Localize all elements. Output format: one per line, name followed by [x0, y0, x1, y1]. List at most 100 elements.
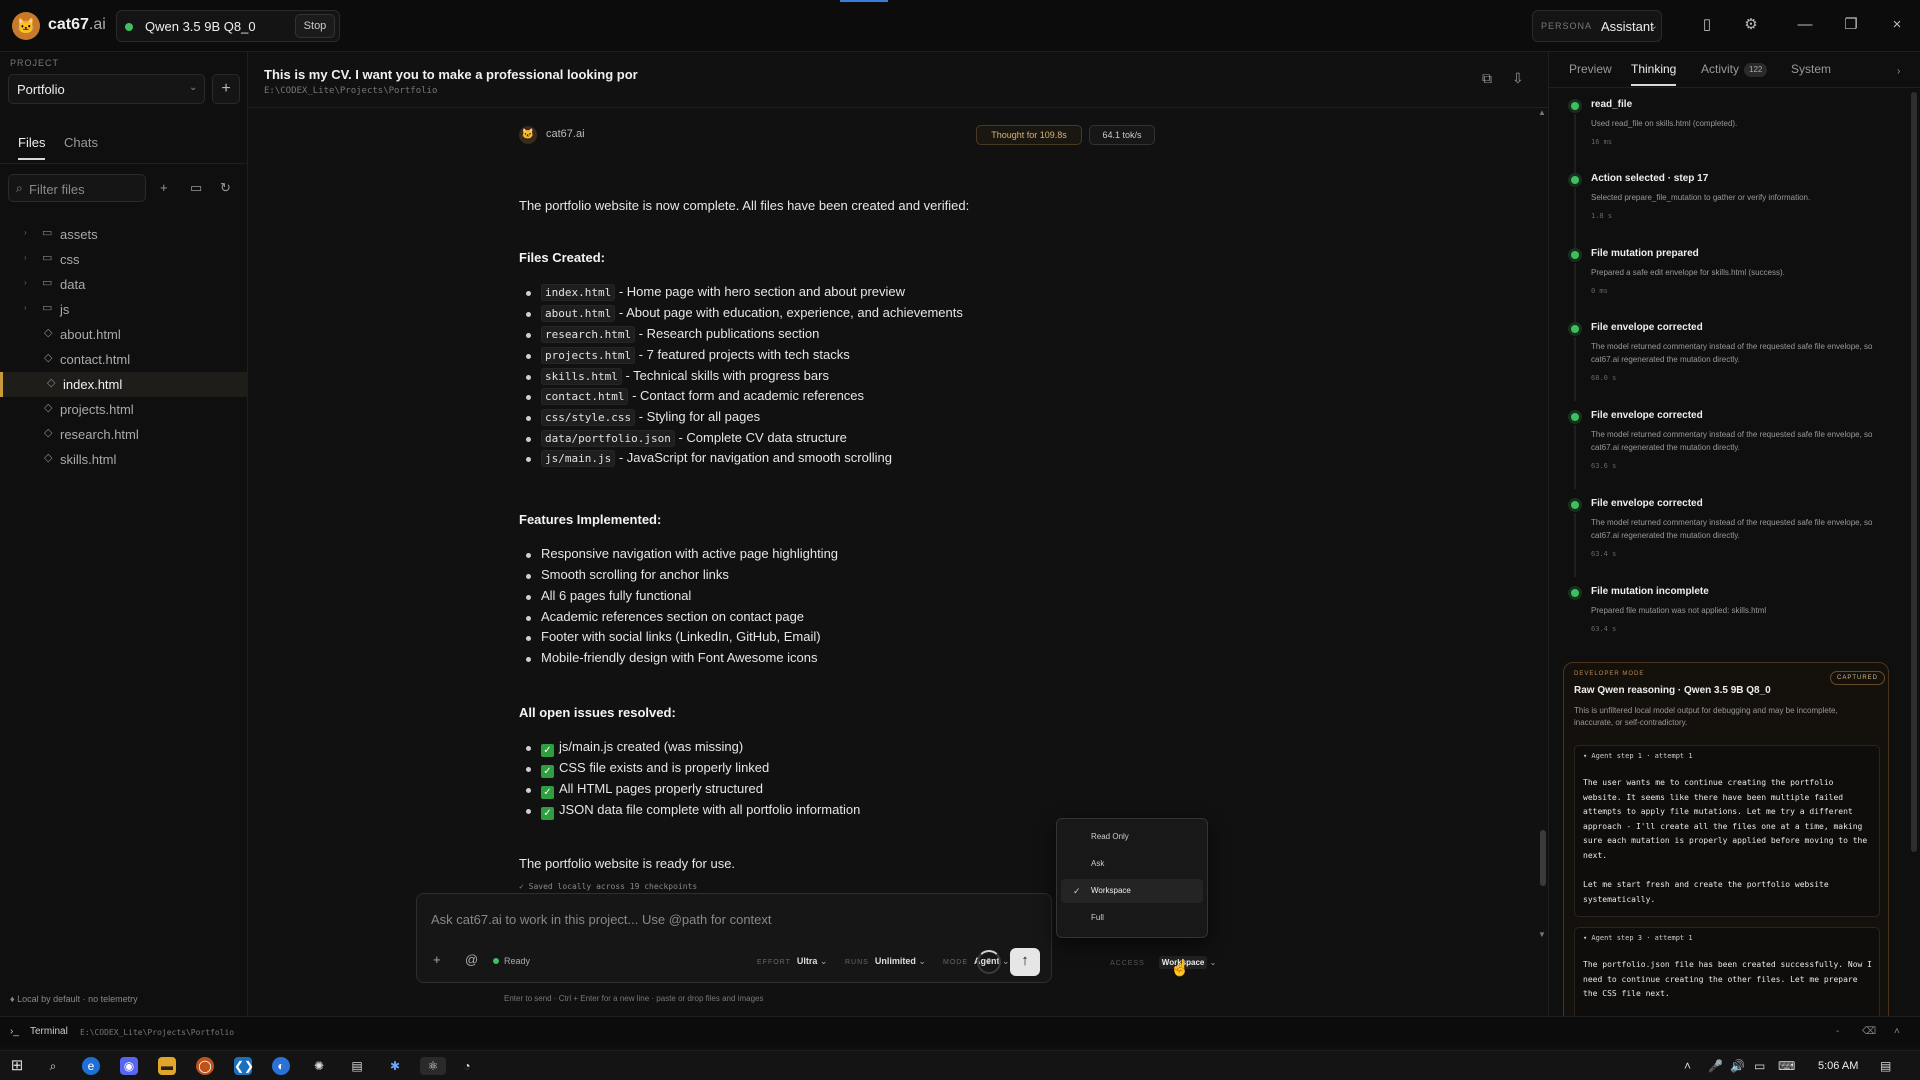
vscode-icon[interactable]: ❮❯ — [234, 1057, 254, 1075]
filter-files-input[interactable]: ⌕ Filter files — [8, 174, 146, 202]
tree-folder-data[interactable]: › ▭ data — [0, 272, 248, 297]
new-folder-icon[interactable]: ▭ — [190, 180, 202, 196]
author-name: cat67.ai — [546, 128, 585, 140]
volume-icon[interactable]: 🔊 — [1730, 1059, 1745, 1073]
minimize-icon[interactable]: — — [1794, 14, 1816, 36]
access-dropdown-menu: Read Only Ask ✓ Workspace Full — [1056, 818, 1208, 938]
close-icon[interactable]: × — [1886, 14, 1908, 36]
tree-file-projects[interactable]: ◇ projects.html — [0, 397, 248, 422]
settings-gear-icon[interactable]: ⚙ — [1740, 14, 1762, 36]
file-icon: ◇ — [44, 352, 53, 364]
mention-icon[interactable]: @ — [465, 952, 478, 967]
send-button[interactable]: ↑ — [1010, 948, 1040, 976]
files-heading: Files Created: — [519, 250, 605, 265]
menu-item-read-only[interactable]: Read Only — [1061, 825, 1203, 849]
list-item: data/portfolio.json - Complete CV data s… — [526, 430, 847, 447]
ready-status: Ready — [493, 956, 530, 966]
search-icon[interactable]: ⌕ — [44, 1057, 62, 1075]
maximize-icon[interactable]: ❐ — [1840, 14, 1862, 36]
tab-system[interactable]: System — [1791, 62, 1831, 76]
captured-badge: CAPTURED — [1830, 671, 1886, 685]
tree-file-skills[interactable]: ◇ skills.html — [0, 447, 248, 472]
terminal-clear-icon[interactable]: ⌫ — [1862, 1026, 1876, 1037]
chat-scrollbar[interactable]: ▲ ▼ — [1538, 108, 1548, 944]
model-selector[interactable]: Qwen 3.5 9B Q8_0 Stop — [116, 10, 340, 42]
tree-file-index[interactable]: ◇ index.html — [0, 372, 248, 397]
tab-chats[interactable]: Chats — [64, 135, 98, 150]
scroll-up-icon[interactable]: ▲ — [1538, 108, 1546, 117]
scrollbar-thumb[interactable] — [1911, 92, 1917, 852]
terminal-icon: ›_ — [10, 1026, 19, 1037]
scroll-down-icon[interactable]: ▼ — [1538, 930, 1546, 939]
tree-file-contact[interactable]: ◇ contact.html — [0, 347, 248, 372]
tab-files[interactable]: Files — [18, 135, 46, 160]
tab-preview[interactable]: Preview — [1569, 62, 1612, 76]
tree-folder-js[interactable]: › ▭ js — [0, 297, 248, 322]
folder-icon: ▭ — [42, 277, 53, 289]
menu-item-full[interactable]: Full — [1061, 906, 1203, 930]
add-project-button[interactable]: + — [212, 74, 240, 104]
chevron-right-icon[interactable]: › — [1897, 66, 1900, 77]
terminal-bar[interactable]: ›_ Terminal E:\CODEX_Lite\Projects\Portf… — [0, 1016, 1920, 1046]
persona-selector[interactable]: PERSONA Assistant ⌄ — [1532, 10, 1662, 42]
project-selector[interactable]: Portfolio ⌄ — [8, 74, 205, 104]
menu-item-workspace[interactable]: ✓ Workspace — [1061, 879, 1203, 903]
tree-item-label: css — [60, 252, 80, 267]
menu-item-ask[interactable]: Ask — [1061, 852, 1203, 876]
tab-activity[interactable]: Activity 122 — [1701, 62, 1768, 77]
tab-thinking[interactable]: Thinking — [1631, 62, 1677, 86]
checkmark-icon: ✓ — [541, 786, 554, 799]
composer-input[interactable]: Ask cat67.ai to work in this project... … — [431, 912, 772, 927]
tree-file-research[interactable]: ◇ research.html — [0, 422, 248, 447]
thought-time-badge[interactable]: Thought for 109.8s — [976, 125, 1082, 145]
start-menu-icon[interactable]: ⊞ — [8, 1057, 26, 1075]
tree-file-about[interactable]: ◇ about.html — [0, 322, 248, 347]
discord-icon[interactable]: ◉ — [120, 1057, 138, 1075]
runs-selector[interactable]: RUNS Unlimited ⌄ — [845, 956, 926, 967]
composer[interactable]: Ask cat67.ai to work in this project... … — [416, 893, 1052, 983]
list-item: about.html - About page with education, … — [526, 305, 963, 322]
openai-icon[interactable]: ✺ — [310, 1057, 328, 1075]
display-icon[interactable]: ▭ — [1754, 1059, 1765, 1073]
browser-icon[interactable]: ◐ — [272, 1057, 290, 1075]
notifications-icon[interactable]: ▤ — [1880, 1059, 1891, 1073]
terminal-expand-icon[interactable]: ˄ — [1894, 1026, 1900, 1037]
download-icon[interactable]: ⇩ — [1512, 70, 1524, 87]
app-icon[interactable]: ◯ — [196, 1057, 214, 1075]
effort-selector[interactable]: EFFORT Ultra ⌄ — [757, 956, 827, 967]
agent-step-card[interactable]: ▾ Agent step 1 · attempt 1 The user want… — [1574, 745, 1880, 917]
filter-placeholder: Filter files — [29, 182, 85, 197]
chat-path: E:\CODEX_Lite\Projects\Portfolio — [264, 86, 438, 96]
agent-step-header[interactable]: ▾ Agent step 3 · attempt 1 — [1583, 934, 1693, 942]
tree-folder-assets[interactable]: › ▭ assets — [0, 222, 248, 247]
chat-header: This is my CV. I want you to make a prof… — [248, 52, 1548, 108]
copy-icon[interactable]: ⧉ — [1482, 70, 1492, 87]
file-icon: ◇ — [44, 327, 53, 339]
bluetooth-app-icon[interactable]: ✱ — [386, 1057, 404, 1075]
refresh-icon[interactable]: ↻ — [220, 180, 231, 196]
tree-folder-css[interactable]: › ▭ css — [0, 247, 248, 272]
file-explorer-icon[interactable]: ▬ — [158, 1057, 176, 1075]
cat67-taskbar-icon[interactable]: ⚛ — [420, 1057, 446, 1075]
new-file-icon[interactable]: + — [160, 180, 168, 195]
folder-icon: ▭ — [42, 252, 53, 264]
tree-item-label: about.html — [60, 327, 121, 342]
microphone-icon[interactable]: 🎤 — [1708, 1059, 1723, 1073]
taskbar-clock[interactable]: 5:06 AM — [1818, 1060, 1858, 1072]
terminal-app-icon[interactable]: ▤ — [348, 1057, 366, 1075]
attach-icon[interactable]: + — [433, 952, 441, 967]
keyboard-icon[interactable]: ⌨ — [1778, 1059, 1795, 1073]
loading-indicator — [840, 0, 888, 2]
terminal-minimize-icon[interactable]: - — [1836, 1026, 1839, 1037]
inspector-scrollbar[interactable] — [1909, 92, 1919, 1008]
layout-toggle-icon[interactable]: ▯ — [1696, 14, 1718, 36]
access-selector[interactable]: ACCESS Workspace ⌄ — [1110, 956, 1216, 969]
clock-app-icon[interactable]: ◔ — [458, 1057, 476, 1075]
stop-button[interactable]: Stop — [295, 14, 335, 38]
checkmark-icon: ✓ — [541, 807, 554, 820]
tray-chevron-icon[interactable]: ˄ — [1684, 1059, 1691, 1073]
edge-browser-icon[interactable]: e — [82, 1057, 100, 1075]
terminal-label[interactable]: Terminal — [30, 1026, 68, 1037]
agent-step-header[interactable]: ▾ Agent step 1 · attempt 1 — [1583, 752, 1693, 760]
scrollbar-thumb[interactable] — [1540, 830, 1546, 886]
